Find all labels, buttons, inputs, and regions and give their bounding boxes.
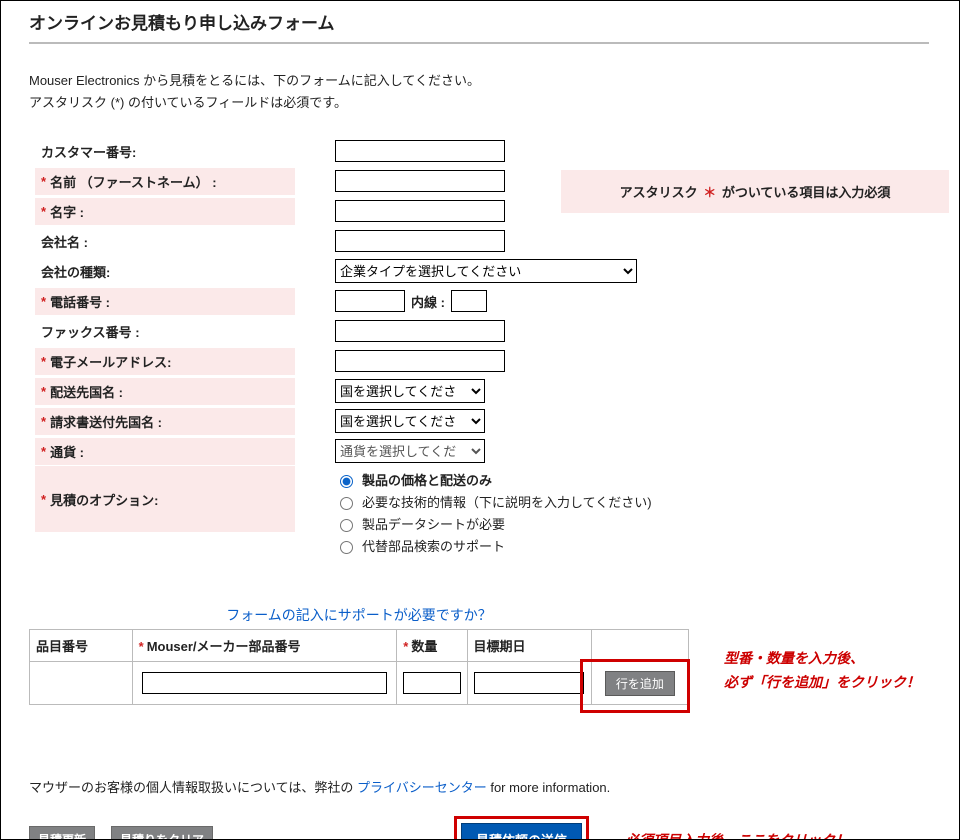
grid-instruction: 型番・数量を入力後、 必ず「行を追加」をクリック！	[724, 647, 920, 695]
th-item-no: 品目番号	[30, 630, 133, 662]
privacy-link[interactable]: プライバシーセンター	[357, 780, 487, 795]
label-first-name: *名前 （ファーストネーム） :	[35, 168, 295, 195]
ship-country-select[interactable]: 国を選択してくださ	[335, 379, 485, 403]
intro-text: Mouser Electronics から見積をとるには、下のフォームに記入して…	[29, 70, 941, 114]
table-row: 行を追加	[30, 662, 689, 705]
company-input[interactable]	[335, 230, 505, 252]
label-bill-country: *請求書送付先国名 :	[35, 408, 295, 435]
asterisk-icon: ＊	[703, 185, 716, 200]
clear-button[interactable]: 見積りをクリア	[111, 826, 213, 840]
support-link[interactable]: フォームの記入にサポートが必要ですか？	[226, 607, 492, 623]
quote-option-radio-1[interactable]	[340, 497, 353, 510]
label-company-type: 会社の種類:	[35, 258, 295, 285]
label-customer-no: カスタマー番号:	[35, 138, 295, 165]
intro-line2: アスタリスク (*) の付いているフィールドは必須です。	[29, 95, 347, 110]
th-qty: *数量	[397, 630, 467, 662]
label-ship-country: *配送先国名 :	[35, 378, 295, 405]
bill-country-select[interactable]: 国を選択してくださ	[335, 409, 485, 433]
refresh-button[interactable]: 見積更新	[29, 826, 95, 840]
part-no-input[interactable]	[142, 672, 387, 694]
last-name-input[interactable]	[335, 200, 505, 222]
th-target-date: 目標期日	[467, 630, 591, 662]
label-last-name: *名字 :	[35, 198, 295, 225]
add-row-button[interactable]: 行を追加	[605, 671, 675, 696]
quote-option-3[interactable]: 代替部品検索のサポート	[335, 536, 652, 555]
quote-option-2[interactable]: 製品データシートが必要	[335, 514, 652, 533]
parts-table: 品目番号 *Mouser/メーカー部品番号 *数量 目標期日 行を追加	[29, 629, 689, 705]
target-date-input[interactable]	[474, 672, 585, 694]
required-notice: アスタリスク ＊ がついている項目は入力必須	[561, 170, 949, 213]
label-fax: ファックス番号 :	[35, 318, 295, 345]
phone-input[interactable]	[335, 290, 405, 312]
page-title: オンラインお見積もり申し込みフォーム	[29, 9, 929, 44]
submit-instruction: 必須項目入力後、ここをクリック！	[625, 830, 849, 840]
first-name-input[interactable]	[335, 170, 505, 192]
label-phone: *電話番号 :	[35, 288, 295, 315]
quote-option-radio-2[interactable]	[340, 519, 353, 532]
label-phone-ext: 内線 :	[411, 292, 445, 311]
th-part-no: *Mouser/メーカー部品番号	[132, 630, 397, 662]
label-quote-option: *見積のオプション:	[35, 466, 295, 532]
label-email: *電子メールアドレス:	[35, 348, 295, 375]
phone-ext-input[interactable]	[451, 290, 487, 312]
submit-button[interactable]: 見積依頼の送信	[461, 823, 582, 840]
quote-option-0[interactable]: 製品の価格と配送のみ	[335, 470, 652, 489]
company-type-select[interactable]: 企業タイプを選択してください	[335, 259, 637, 283]
quote-option-group: 製品の価格と配送のみ 必要な技術的情報（下に説明を入力してください) 製品データ…	[335, 468, 652, 555]
customer-no-input[interactable]	[335, 140, 505, 162]
quote-option-radio-3[interactable]	[340, 541, 353, 554]
privacy-text: マウザーのお客様の個人情報取扱いについては、弊社の プライバシーセンター for…	[29, 777, 941, 796]
submit-highlight: 見積依頼の送信	[454, 816, 589, 840]
label-currency: *通貨 :	[35, 438, 295, 465]
qty-input[interactable]	[403, 672, 462, 694]
th-action	[591, 630, 688, 662]
quote-option-1[interactable]: 必要な技術的情報（下に説明を入力してください)	[335, 492, 652, 511]
intro-line1: Mouser Electronics から見積をとるには、下のフォームに記入して…	[29, 73, 480, 88]
label-company: 会社名 :	[35, 228, 295, 255]
email-input[interactable]	[335, 350, 505, 372]
quote-option-radio-0[interactable]	[340, 475, 353, 488]
currency-select[interactable]: 通貨を選択してくだ	[335, 439, 485, 463]
fax-input[interactable]	[335, 320, 505, 342]
